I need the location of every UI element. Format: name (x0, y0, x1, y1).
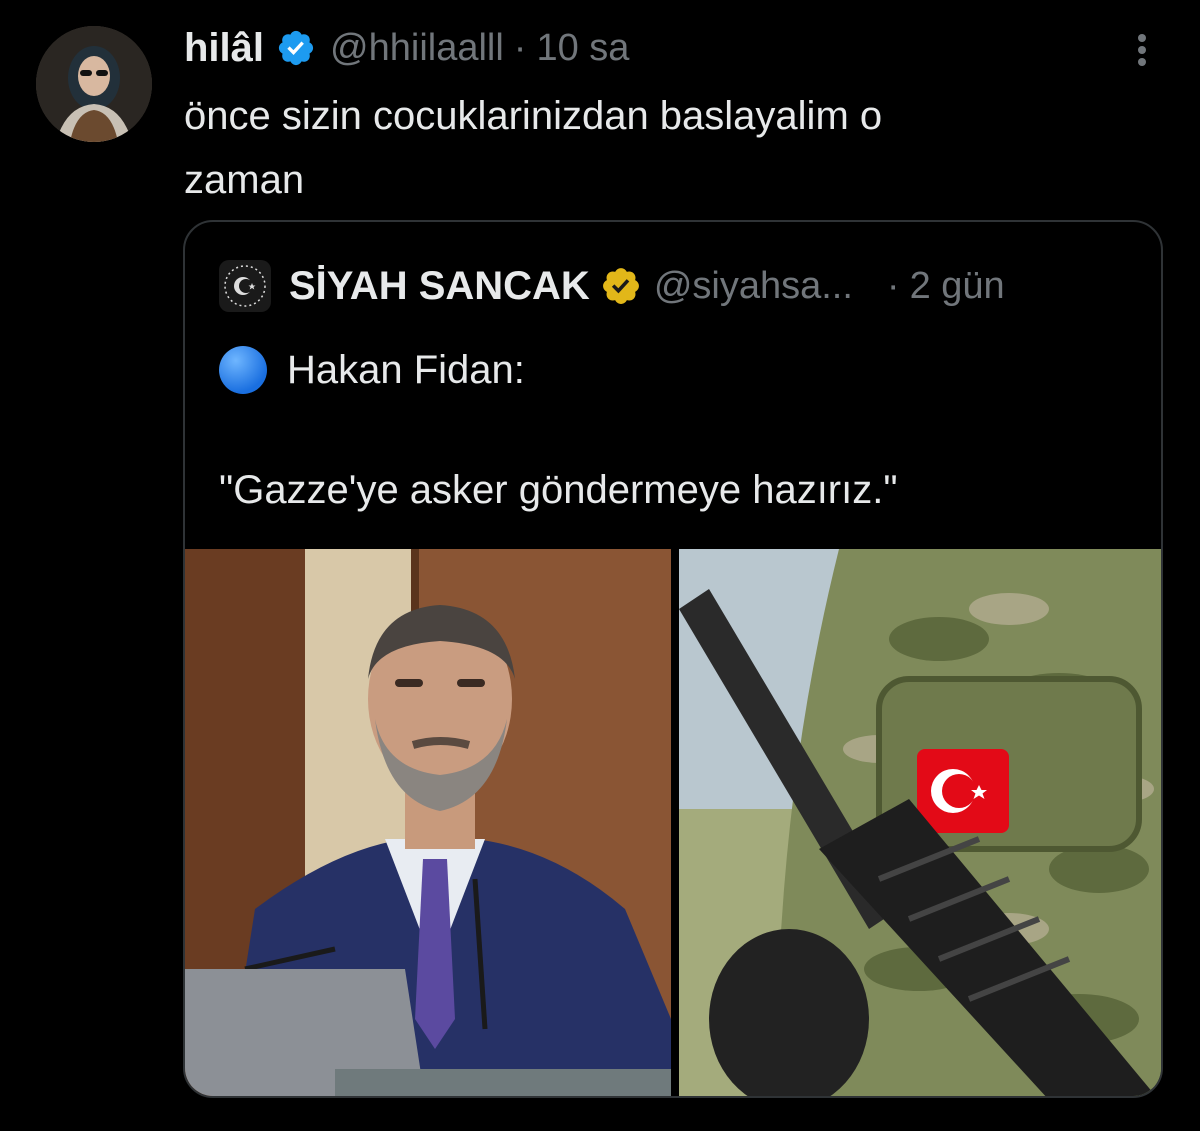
quoted-media-grid (185, 549, 1161, 1096)
quoted-author-avatar[interactable] (219, 260, 271, 312)
tweet-header: hilâl @hhiilaalll · 10 sa (184, 22, 629, 74)
quoted-author-name[interactable]: SİYAH SANCAK (289, 264, 590, 309)
more-options-icon (1138, 34, 1146, 66)
quoted-tweet-time[interactable]: 2 gün (910, 265, 1005, 308)
tweet-time[interactable]: 10 sa (536, 27, 629, 70)
soldier-with-rifle-photo-icon (679, 549, 1161, 1096)
tweet-text: önce sizin cocuklarinizdan baslayalim o … (184, 94, 883, 202)
man-at-podium-photo-icon (185, 549, 671, 1096)
verified-badge-gold-icon[interactable] (600, 265, 642, 307)
quoted-text-speaker: Hakan Fidan: (287, 347, 525, 392)
quoted-text-quote: "Gazze'ye asker göndermeye hazırız." (219, 468, 898, 512)
separator-dot: · (513, 26, 527, 69)
verified-badge-icon[interactable] (276, 28, 316, 68)
profile-photo-icon (36, 26, 152, 142)
media-image-2[interactable] (679, 549, 1161, 1096)
quoted-tweet-header: SİYAH SANCAK @siyahsa... · 2 gün (219, 260, 1005, 312)
quoted-author-handle[interactable]: @siyahsa... (654, 265, 853, 308)
quoted-tweet-card[interactable]: SİYAH SANCAK @siyahsa... · 2 gün Hakan F… (183, 220, 1163, 1098)
crescent-star-logo-icon (224, 265, 266, 307)
author-handle[interactable]: @hhiilaalll (330, 27, 504, 70)
quoted-separator-dot: · (886, 264, 900, 307)
author-name[interactable]: hilâl (184, 26, 264, 71)
media-image-1[interactable] (185, 549, 671, 1096)
quoted-text-line-1: Hakan Fidan: (219, 340, 525, 400)
author-avatar[interactable] (36, 26, 152, 142)
more-options-button[interactable] (1124, 30, 1160, 70)
blue-circle-icon (219, 346, 267, 394)
